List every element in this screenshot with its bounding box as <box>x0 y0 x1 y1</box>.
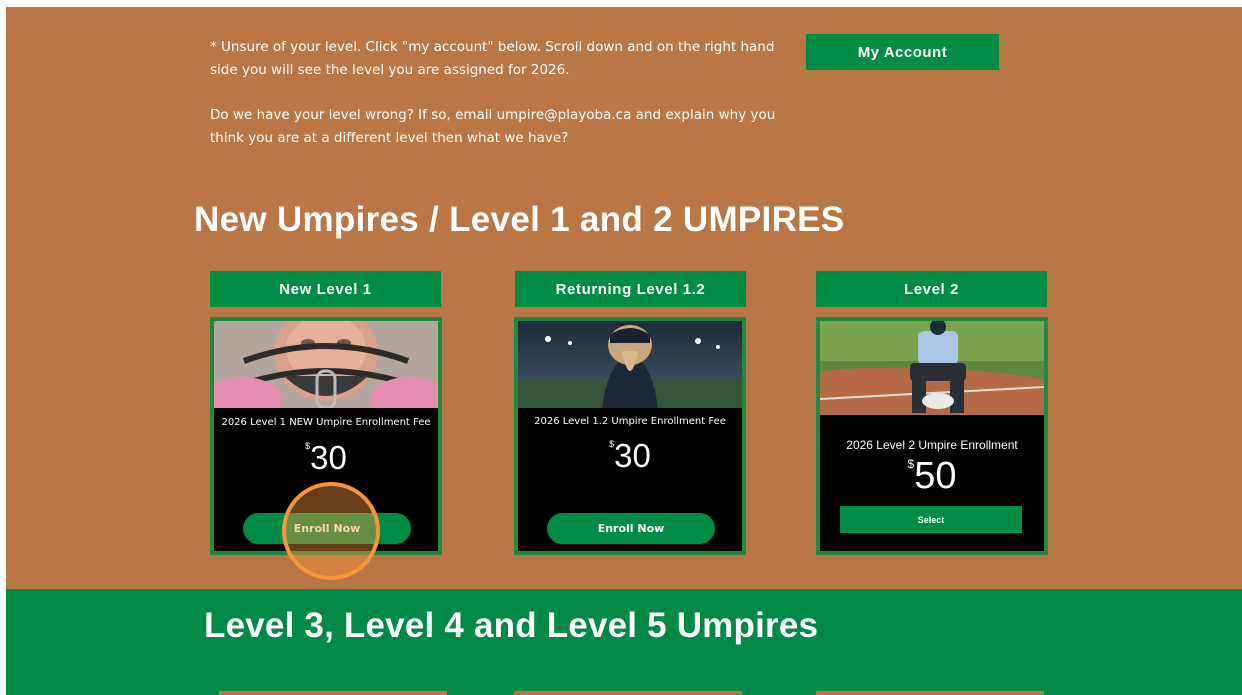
currency-symbol: $ <box>907 457 915 471</box>
select-button-level-2[interactable]: Select <box>840 506 1022 533</box>
card-new-level-1: 2026 Level 1 NEW Umpire Enrollment Fee $… <box>210 317 442 555</box>
info-text: * Unsure of your level. Click "my accoun… <box>210 36 780 150</box>
card-title: 2026 Level 2 Umpire Enrollment <box>846 438 1018 452</box>
section-level-3-5: Level 3, Level 4 and Level 5 Umpires <box>6 589 1242 695</box>
tab-stub <box>816 691 1044 695</box>
currency-symbol: $ <box>609 439 615 449</box>
umpire-stadium-photo <box>518 321 742 408</box>
section-heading-level-3-5: Level 3, Level 4 and Level 5 Umpires <box>204 606 819 645</box>
enroll-now-button-level-1[interactable]: Enroll Now <box>243 513 411 544</box>
info-line-email: Do we have your level wrong? If so, emai… <box>210 107 776 146</box>
enroll-now-button-level-1-2[interactable]: Enroll Now <box>547 513 715 544</box>
price: $50 <box>820 455 1044 498</box>
section-heading-level-1-2: New Umpires / Level 1 and 2 UMPIRES <box>194 200 845 239</box>
umpire-field-photo <box>820 321 1044 415</box>
tab-new-level-1: New Level 1 <box>210 271 441 307</box>
price-amount: 30 <box>310 439 347 476</box>
card-returning-level-1-2: 2026 Level 1.2 Umpire Enrollment Fee $30… <box>514 317 746 555</box>
tab-level-2: Level 2 <box>816 271 1047 307</box>
card-level-2: 2026 Level 2 Umpire Enrollment $50 Selec… <box>816 317 1048 555</box>
tab-stub <box>514 691 742 695</box>
price: $30 <box>214 439 438 477</box>
page: * Unsure of your level. Click "my accoun… <box>6 7 1242 695</box>
tab-stub <box>219 691 447 695</box>
tab-returning-level-1-2: Returning Level 1.2 <box>515 271 746 307</box>
price: $30 <box>518 437 742 475</box>
currency-symbol: $ <box>305 441 311 451</box>
price-amount: 30 <box>614 437 651 474</box>
my-account-button[interactable]: My Account <box>806 34 999 70</box>
card-title: 2026 Level 1 NEW Umpire Enrollment Fee <box>221 417 431 428</box>
info-line-level: * Unsure of your level. Click "my accoun… <box>210 39 775 78</box>
catcher-photo <box>214 321 438 408</box>
card-title: 2026 Level 1.2 Umpire Enrollment Fee <box>534 416 726 427</box>
price-amount: 50 <box>914 455 957 497</box>
